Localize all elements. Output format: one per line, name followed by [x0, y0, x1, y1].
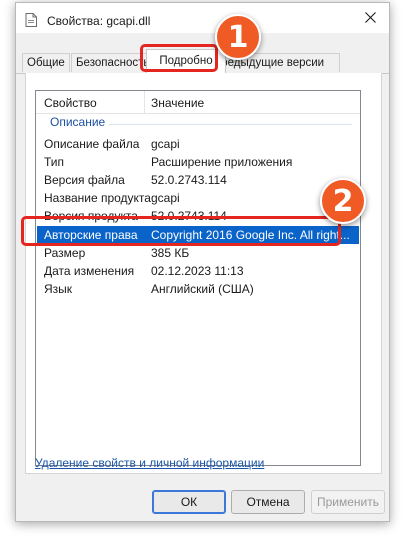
property-name: Название продукта: [44, 191, 151, 205]
list-item[interactable]: Версия файла 52.0.2743.114: [37, 171, 359, 189]
document-icon: [25, 13, 37, 27]
remove-properties-link[interactable]: Удаление свойств и личной информации: [35, 456, 264, 470]
list-item[interactable]: Язык Английский (США): [37, 280, 359, 298]
property-name: Тип: [44, 155, 65, 169]
list-item[interactable]: Тип Расширение приложения: [37, 153, 359, 171]
group-description: Описание: [50, 115, 106, 129]
property-value: 385 КБ: [151, 246, 190, 260]
apply-button[interactable]: Применить: [311, 490, 385, 514]
property-name: Размер: [44, 246, 86, 260]
close-icon: [364, 12, 376, 26]
window-title: Свойства: gcapi.dll: [47, 14, 151, 28]
property-value: Английский (США): [151, 282, 254, 296]
column-value-header[interactable]: Значение: [151, 96, 204, 110]
column-header: Свойство Значение: [36, 91, 360, 114]
property-name: Дата изменения: [44, 264, 135, 278]
property-value: gcapi: [151, 137, 180, 151]
properties-dialog: Свойства: gcapi.dll Общие Безопасность П…: [15, 2, 390, 522]
group-divider: [109, 124, 352, 125]
property-name: Описание файла: [44, 137, 140, 151]
list-item[interactable]: Дата изменения 02.12.2023 11:13: [37, 262, 359, 280]
list-item[interactable]: Описание файла gcapi: [37, 135, 359, 153]
tab-highlight-frame: [140, 44, 218, 72]
ok-button[interactable]: ОК: [152, 490, 226, 514]
list-item[interactable]: Название продукта gcapi: [37, 189, 359, 207]
close-button[interactable]: [355, 7, 385, 31]
list-item[interactable]: Размер 385 КБ: [37, 244, 359, 262]
property-value: Расширение приложения: [151, 155, 293, 169]
property-name: Версия файла: [44, 173, 125, 187]
property-value: 02.12.2023 11:13: [151, 264, 244, 278]
property-name: Язык: [44, 282, 73, 296]
column-separator[interactable]: [144, 91, 145, 113]
row-highlight-frame: [21, 216, 341, 246]
cancel-button[interactable]: Отмена: [231, 490, 305, 514]
column-property-header[interactable]: Свойство: [44, 96, 97, 110]
title-bar: Свойства: gcapi.dll: [16, 3, 389, 33]
tab-general[interactable]: Общие: [22, 53, 70, 72]
step-badge-1: 1: [215, 14, 261, 60]
details-list[interactable]: Свойство Значение Описание Описание файл…: [35, 90, 361, 466]
step-badge-2: 2: [320, 178, 366, 224]
details-panel: Свойство Значение Описание Описание файл…: [25, 73, 382, 474]
